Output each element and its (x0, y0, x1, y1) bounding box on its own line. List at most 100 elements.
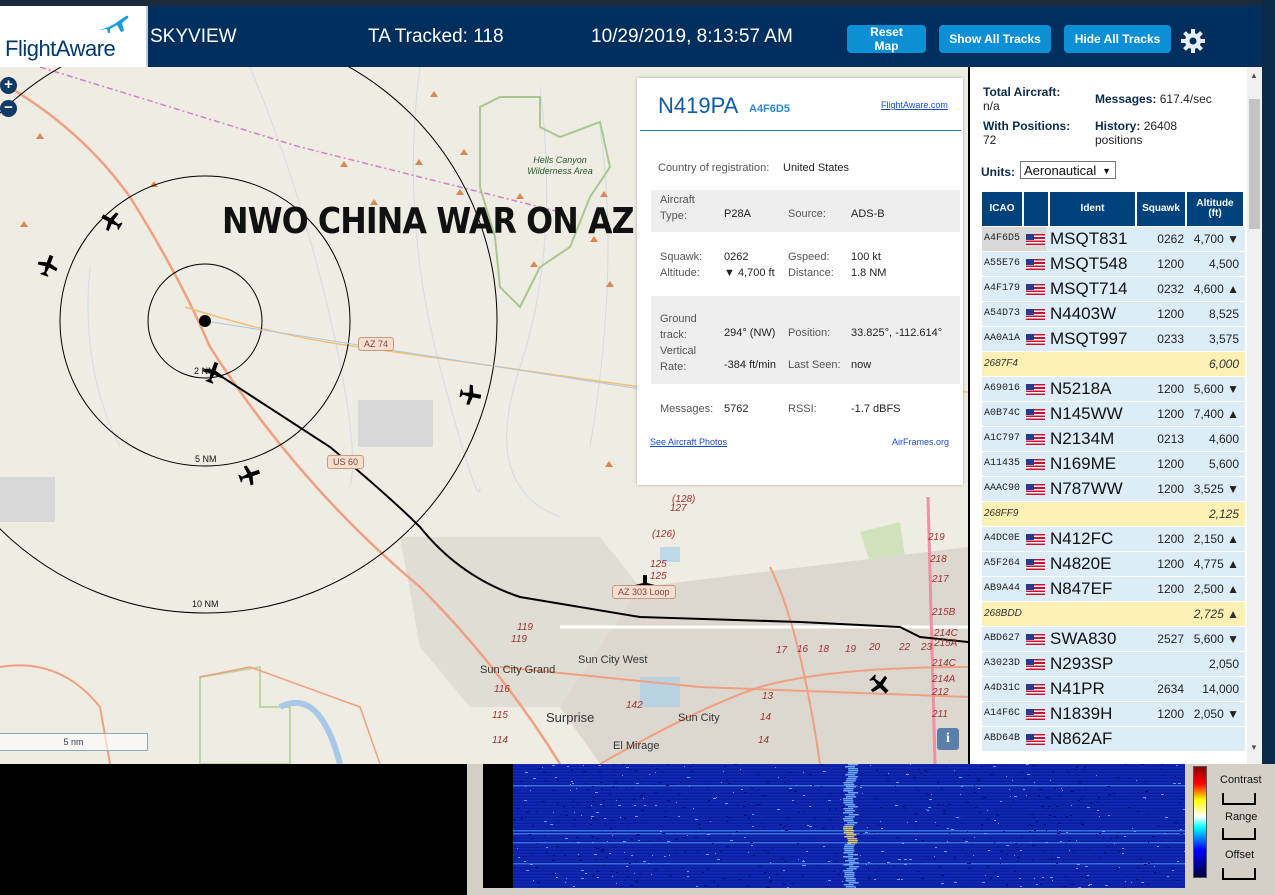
waterfall-speck (669, 875, 671, 876)
waterfall-speck (1141, 764, 1144, 765)
table-row[interactable]: A4D31C N41PR 2634 14,000 (982, 677, 1245, 702)
contrast-slider[interactable] (1222, 793, 1256, 805)
offset-slider[interactable] (1222, 868, 1256, 880)
flightaware-logo[interactable]: FlightAware (0, 6, 148, 67)
show-all-tracks-button[interactable]: Show All Tracks (939, 25, 1051, 53)
table-row[interactable]: ABD64B N862AF (982, 727, 1245, 752)
ring-label-2nm: 2 NM (194, 366, 216, 376)
table-row[interactable]: A3023D N293SP 2,050 (982, 652, 1245, 677)
table-row[interactable]: A54D73 N4403W 1200 8,525 (982, 302, 1245, 327)
table-row[interactable]: A1C797 N2134M 0213 4,600 (982, 427, 1245, 452)
aircraft-photos-link[interactable]: See Aircraft Photos (650, 437, 727, 447)
table-row[interactable]: A4F179 MSQT714 0232 4,600 ▲ (982, 277, 1245, 302)
waterfall-speck (623, 841, 626, 842)
squawk-cell: 1200 (1157, 532, 1184, 546)
range-slider[interactable] (1222, 828, 1256, 840)
waterfall-speck (1026, 807, 1027, 808)
waterfall-speck (907, 822, 908, 823)
waterfall-speck (570, 790, 571, 791)
waterfall-speck (1172, 870, 1174, 871)
spectrum-waterfall[interactable] (513, 764, 1185, 888)
waterfall-speck (635, 861, 637, 862)
flag-cell (1024, 377, 1046, 401)
column-header-flag[interactable] (1024, 192, 1050, 226)
waterfall-speck (601, 851, 604, 852)
waterfall-speck (1173, 783, 1176, 784)
waterfall-speck (1117, 844, 1118, 845)
waterfall-speck (620, 823, 623, 824)
waterfall-speck (718, 863, 719, 864)
table-row[interactable]: 268FF9 2,125 (982, 502, 1245, 527)
waterfall-speck (1068, 840, 1071, 841)
column-header-altitude[interactable]: Altitude (ft) (1187, 192, 1245, 226)
waterfall-speck (674, 853, 676, 854)
icao-cell: A54D73 (984, 308, 1021, 319)
table-row[interactable]: AB9A44 N847EF 1200 2,500 ▲ (982, 577, 1245, 602)
waterfall-speck (1039, 789, 1042, 790)
column-header-squawk[interactable]: Squawk (1137, 192, 1187, 226)
waterfall-speck (524, 800, 527, 801)
waterfall-speck (915, 787, 917, 788)
ground-track-label: Ground track: (660, 313, 697, 341)
table-row[interactable]: ABD627 SWA830 2527 5,600 ▼ (982, 627, 1245, 652)
panel-scrollbar[interactable]: ▲ ▼ (1247, 67, 1262, 764)
waterfall-speck (1157, 826, 1160, 827)
waterfall-speck (1105, 853, 1106, 854)
waterfall-speck (575, 825, 576, 826)
waterfall-signal (844, 784, 855, 786)
waterfall-speck (646, 777, 647, 778)
panel-scrollbar-thumb[interactable] (1249, 99, 1260, 229)
waterfall-speck (723, 771, 724, 772)
table-row[interactable]: A55E76 MSQT548 1200 4,500 (982, 252, 1245, 277)
reset-map-button[interactable]: Reset Map (847, 25, 926, 53)
waterfall-signal (845, 780, 856, 782)
waterfall-speck (1137, 811, 1140, 812)
app-title: SKYVIEW (150, 26, 237, 47)
waterfall-speck (700, 824, 701, 825)
scroll-down-icon[interactable]: ▼ (1250, 743, 1258, 752)
waterfall-speck (525, 772, 528, 773)
waterfall-speck (707, 834, 710, 835)
column-header-ident[interactable]: Ident (1050, 192, 1137, 226)
waterfall-speck (522, 766, 523, 767)
table-row[interactable]: A11435 N169ME 1200 5,600 (982, 452, 1245, 477)
gear-icon[interactable] (1180, 28, 1206, 54)
table-row[interactable]: A4F6D5 MSQT831 0262 4,700 ▼ (982, 227, 1245, 252)
waterfall-speck (542, 801, 545, 802)
icao-cell: A14F6C (984, 708, 1021, 719)
waterfall-speck (1114, 843, 1115, 844)
table-row[interactable]: 268BDD 2,725 ▲ (982, 602, 1245, 627)
table-row[interactable]: A4DC0E N412FC 1200 2,150 ▲ (982, 527, 1245, 552)
road-number: 211 (932, 709, 948, 720)
waterfall-speck (693, 808, 694, 809)
hide-all-tracks-button[interactable]: Hide All Tracks (1064, 25, 1171, 53)
waterfall-speck (967, 831, 968, 832)
flag-cell (1024, 702, 1046, 726)
waterfall-speck (1000, 863, 1001, 864)
flightaware-link[interactable]: FlightAware.com (881, 100, 948, 110)
table-row[interactable]: A0B74C N145WW 1200 7,400 ▲ (982, 402, 1245, 427)
units-select[interactable]: Aeronautical ▼ (1020, 161, 1116, 179)
airframes-link[interactable]: AirFrames.org (892, 437, 949, 447)
waterfall-speck (1071, 769, 1072, 770)
table-row[interactable]: 2687F4 6,000 (982, 352, 1245, 377)
table-row[interactable]: A5F264 N4820E 1200 4,775 ▲ (982, 552, 1245, 577)
waterfall-speck (915, 825, 916, 826)
waterfall-speck (1026, 795, 1027, 796)
column-header-icao[interactable]: ICAO (982, 192, 1024, 226)
table-row[interactable]: AAAC90 N787WW 1200 3,525 ▼ (982, 477, 1245, 502)
table-row[interactable]: A14F6C N1839H 1200 2,050 ▼ (982, 702, 1245, 727)
zoom-in-button[interactable]: + (0, 77, 17, 94)
waterfall-speck (626, 866, 628, 867)
scroll-up-icon[interactable]: ▲ (1250, 71, 1258, 80)
waterfall-speck (690, 787, 692, 788)
waterfall-speck (939, 866, 941, 867)
waterfall-speck (1131, 882, 1132, 883)
zoom-out-button[interactable]: − (0, 100, 17, 117)
table-row[interactable]: AA0A1A MSQT997 0233 3,575 (982, 327, 1245, 352)
table-row[interactable]: A69016 N5218A 1200 5,600 ▼ (982, 377, 1245, 402)
waterfall-signal (844, 874, 855, 876)
map-info-button[interactable]: i (937, 728, 959, 750)
waterfall-speck (615, 827, 616, 828)
waterfall-signal (843, 832, 854, 834)
